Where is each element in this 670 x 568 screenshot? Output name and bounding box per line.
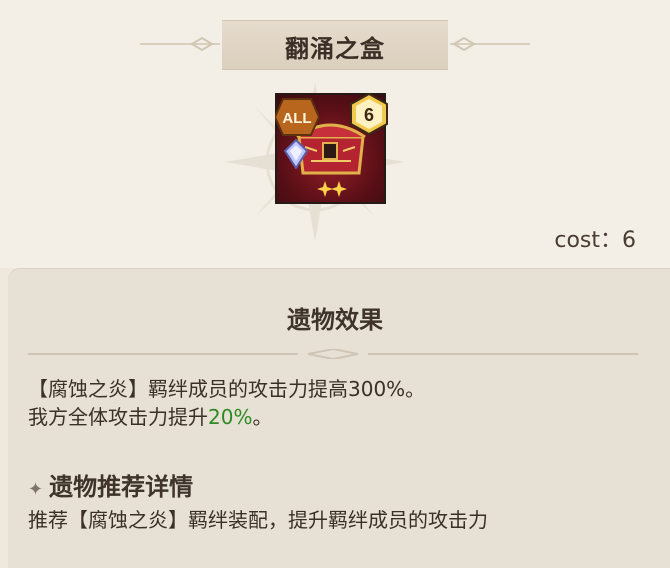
relic-icon[interactable]: ALL 6 <box>275 93 388 204</box>
level-hex-icon: 6 <box>350 93 388 135</box>
effect-line-2: 我方全体攻击力提升20%。 <box>28 403 425 431</box>
relic-name: 翻涌之盒 <box>285 35 385 63</box>
recommendation-title-text: 遗物推荐详情 <box>49 473 194 501</box>
effect-line-2-value: 20% <box>208 405 253 429</box>
effect-line-1: 【腐蚀之炎】羁绊成员的攻击力提高300%。 <box>28 377 426 401</box>
crystal-icon <box>283 139 309 169</box>
effect-line-2-suffix: 。 <box>252 405 273 429</box>
section-divider <box>28 349 638 359</box>
effects-section-title: 遗物效果 <box>287 306 383 334</box>
all-badge-icon: ALL <box>275 98 319 136</box>
diamond-bullet-icon: ✦ <box>28 479 44 500</box>
recommendation-text: 推荐【腐蚀之炎】羁绊装配，提升羁绊成员的攻击力 <box>28 508 488 532</box>
svg-text:6: 6 <box>364 105 374 125</box>
effect-line-2-prefix: 我方全体攻击力提升 <box>28 405 208 429</box>
sparkle-icon <box>317 181 347 197</box>
effects-description: 【腐蚀之炎】羁绊成员的攻击力提高300%。 我方全体攻击力提升20%。 <box>28 375 425 431</box>
title-ornament-right-diamond <box>452 36 476 52</box>
svg-text:ALL: ALL <box>282 110 311 127</box>
recommendation-title: ✦ 遗物推荐详情 <box>28 467 193 502</box>
cost-label: cost：6 <box>554 228 636 253</box>
title-banner: 翻涌之盒 <box>222 20 448 70</box>
relic-header-card: 翻涌之盒 ALL 6 cost：6 <box>0 0 670 268</box>
title-ornament-left-diamond <box>190 36 214 52</box>
